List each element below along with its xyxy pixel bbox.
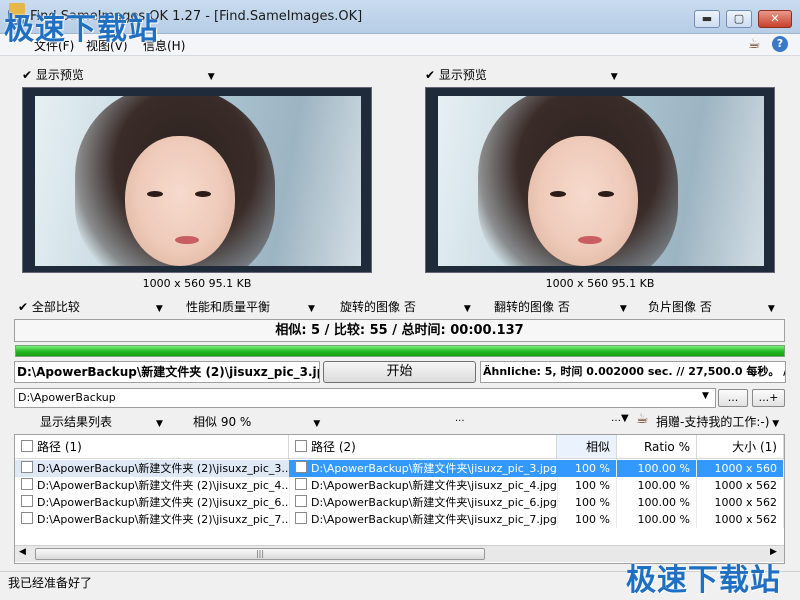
checkbox-icon[interactable] xyxy=(21,512,33,524)
chevron-down-icon[interactable]: ▼ xyxy=(702,391,709,401)
performance-dropdown[interactable]: 性能和质量平衡 ▼ xyxy=(186,298,315,314)
header-similarity[interactable]: 相似 xyxy=(557,435,617,459)
rotated-dropdown[interactable]: 旋转的图像 否 ▼ xyxy=(340,298,471,314)
similarity-dropdown[interactable]: 相似 90 % ▼ xyxy=(193,413,320,430)
chevron-down-icon: ▼ xyxy=(619,304,627,314)
chevron-down-icon: ▼ xyxy=(610,72,618,82)
chevron-down-icon: ▼ xyxy=(769,419,780,429)
table-row[interactable]: D:\ApowerBackup\新建文件夹 (2)\jisuxz_pic_3..… xyxy=(15,460,784,477)
more-dropdown[interactable]: ... xyxy=(455,413,465,424)
negative-dropdown[interactable]: 负片图像 否 ▼ xyxy=(648,298,775,314)
right-preview-dropdown[interactable]: ✔ 显示预览 ▼ xyxy=(425,66,618,84)
checkbox-icon[interactable] xyxy=(295,512,307,524)
right-preview-image xyxy=(425,87,775,273)
close-button[interactable]: ✕ xyxy=(758,10,792,28)
header-path-1[interactable]: 路径 (1) xyxy=(15,435,289,459)
summary-text: 相似: 5 / 比较: 55 / 总时间: 00:00.137 xyxy=(14,319,785,342)
progress-fill xyxy=(16,346,784,356)
show-results-dropdown[interactable]: 显示结果列表 ▼ xyxy=(40,413,163,430)
checkbox-icon[interactable] xyxy=(295,440,307,452)
compare-all-dropdown[interactable]: ✔ 全部比较 ▼ xyxy=(18,298,163,314)
scroll-left-icon[interactable]: ◀ xyxy=(19,547,26,557)
donate-menu-arrow[interactable]: …▼ xyxy=(611,413,629,424)
chevron-down-icon: ▼ xyxy=(463,304,471,314)
checkbox-icon[interactable] xyxy=(21,495,33,507)
table-row[interactable]: D:\ApowerBackup\新建文件夹 (2)\jisuxz_pic_6..… xyxy=(15,494,784,511)
chevron-down-icon: ▼ xyxy=(308,304,315,314)
scrollbar-thumb[interactable]: ||| xyxy=(35,548,485,560)
header-size[interactable]: 大小 (1) xyxy=(697,435,784,459)
browse-button[interactable]: ... xyxy=(718,389,748,407)
coffee-icon[interactable]: ☕ xyxy=(636,411,649,427)
minimize-button[interactable]: ▬ xyxy=(694,10,720,28)
stats-text: Ähnliche: 5, 时间 0.002000 sec. // 27,500.… xyxy=(480,361,786,383)
check-icon: ✔ xyxy=(18,300,29,314)
checkbox-icon[interactable] xyxy=(295,461,307,473)
start-button[interactable]: 开始 xyxy=(323,361,476,383)
progress-bar xyxy=(15,345,785,357)
checkbox-icon[interactable] xyxy=(21,478,33,490)
coffee-icon[interactable]: ☕ xyxy=(748,36,761,52)
left-image-dims: 1000 x 560 95.1 KB xyxy=(142,277,252,290)
donate-link[interactable]: 捐赠-支持我的工作:-) ▼ xyxy=(656,413,779,430)
maximize-button[interactable]: ▢ xyxy=(726,10,752,28)
chevron-down-icon: ▼ xyxy=(767,304,775,314)
watermark-logo-bottom: 极速下载站 xyxy=(626,563,781,598)
chevron-down-icon: ▼ xyxy=(155,304,163,314)
path-select[interactable]: D:\ApowerBackup xyxy=(14,388,716,408)
left-preview-dropdown[interactable]: ✔ 显示预览 ▼ xyxy=(22,66,215,84)
checkbox-icon[interactable] xyxy=(21,440,33,452)
checkbox-icon[interactable] xyxy=(295,495,307,507)
chevron-down-icon: ▼ xyxy=(313,419,321,429)
header-ratio[interactable]: Ratio % xyxy=(617,435,697,459)
check-icon: ✔ xyxy=(425,68,436,82)
right-image-dims: 1000 x 560 95.1 KB xyxy=(545,277,655,290)
help-icon[interactable]: ? xyxy=(772,36,788,52)
flipped-dropdown[interactable]: 翻转的图像 否 ▼ xyxy=(494,298,627,314)
add-path-button[interactable]: ...+ xyxy=(752,389,785,407)
left-preview-image xyxy=(22,87,372,273)
table-row[interactable]: D:\ApowerBackup\新建文件夹 (2)\jisuxz_pic_4..… xyxy=(15,477,784,494)
status-text: 我已经准备好了 xyxy=(8,576,93,590)
table-row[interactable]: D:\ApowerBackup\新建文件夹 (2)\jisuxz_pic_7..… xyxy=(15,511,784,528)
header-path-2[interactable]: 路径 (2) xyxy=(289,435,557,459)
chevron-down-icon: ▼ xyxy=(156,419,163,429)
checkbox-icon[interactable] xyxy=(21,461,33,473)
chevron-down-icon: ▼ xyxy=(207,72,215,82)
checkbox-icon[interactable] xyxy=(295,478,307,490)
check-icon: ✔ xyxy=(22,68,33,82)
current-file-field: D:\ApowerBackup\新建文件夹 (2)\jisuxz_pic_3.j… xyxy=(14,361,320,383)
watermark-logo-top: 极速下载站 xyxy=(4,12,159,47)
